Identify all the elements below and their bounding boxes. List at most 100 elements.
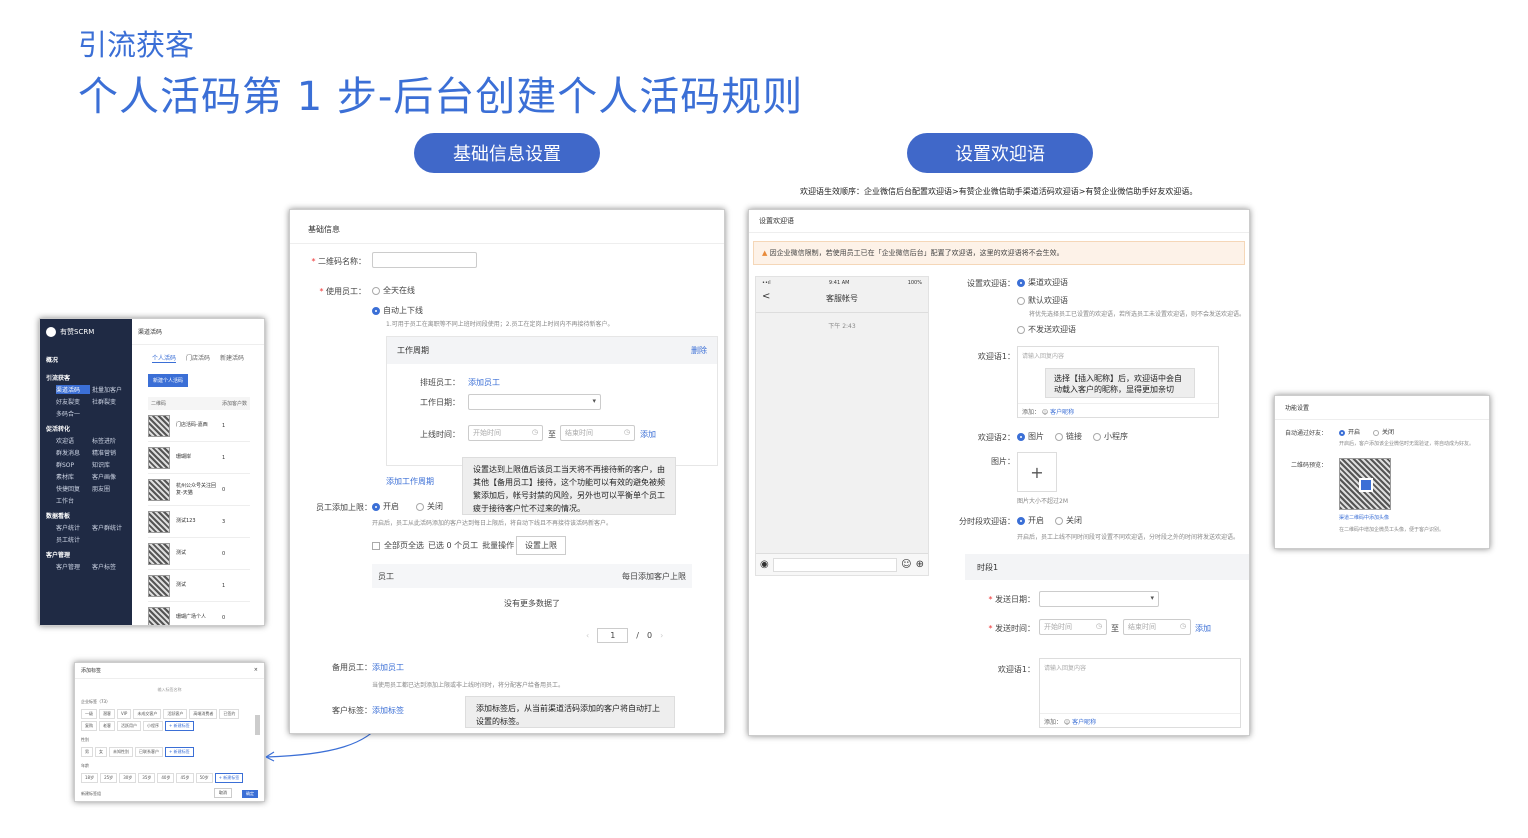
dialog-search[interactable]: 输入标签名称 bbox=[75, 687, 264, 693]
sidebar-item[interactable]: 渠道活码 bbox=[56, 385, 90, 394]
tag-chip[interactable]: 小程序 bbox=[143, 721, 163, 731]
sidebar-item[interactable]: 工作台 bbox=[56, 496, 90, 505]
sidebar-item[interactable]: 好友裂变 bbox=[56, 397, 90, 406]
table-row[interactable]: 测试123 3 bbox=[148, 506, 250, 538]
sidebar-item[interactable]: 快捷回复 bbox=[56, 484, 90, 493]
tag-chip[interactable]: 未知性别 bbox=[109, 747, 133, 757]
send-date-select[interactable]: ▾ bbox=[1039, 591, 1159, 607]
sidebar-item[interactable]: 批量加客户 bbox=[92, 385, 126, 394]
sidebar-item[interactable]: 标签进阶 bbox=[92, 436, 126, 445]
radio-limit-on[interactable] bbox=[372, 502, 380, 511]
nav-group[interactable]: 数据看板 bbox=[46, 511, 126, 520]
send-time-add[interactable]: 添加 bbox=[1195, 623, 1211, 634]
tag-chip[interactable]: 18岁 bbox=[81, 773, 99, 783]
tag-chip[interactable]: 活跃客户 bbox=[163, 709, 188, 719]
tag-chip[interactable]: 35岁 bbox=[138, 773, 156, 783]
radio-period-on[interactable] bbox=[1017, 516, 1025, 525]
nav-group[interactable]: 概况 bbox=[46, 355, 126, 364]
table-row[interactable]: 测试 0 bbox=[148, 538, 250, 570]
sidebar-item[interactable]: 员工统计 bbox=[56, 535, 90, 544]
radio-limit-off[interactable] bbox=[416, 502, 424, 511]
nav-group[interactable]: 促活转化 bbox=[46, 424, 126, 433]
send-start-input[interactable]: 开始时间 bbox=[1044, 623, 1072, 631]
nav-group[interactable]: 引流获客 bbox=[46, 373, 126, 382]
voice-icon[interactable]: ◉ bbox=[760, 559, 769, 570]
tag-chip[interactable]: + 新建标签 bbox=[165, 747, 194, 757]
confirm-button[interactable]: 确定 bbox=[242, 790, 258, 798]
sidebar-item[interactable]: 客户标签 bbox=[92, 562, 126, 571]
image-upload[interactable]: + bbox=[1017, 452, 1057, 492]
radio-miniprogram[interactable] bbox=[1093, 432, 1101, 441]
table-row[interactable]: 杭州公众号关注回复-天猫 0 bbox=[148, 474, 250, 506]
work-date-select[interactable]: ▾ bbox=[468, 394, 601, 410]
tag-chip[interactable]: 未成交客户 bbox=[133, 709, 162, 719]
tag-chip[interactable]: 男 bbox=[81, 747, 93, 757]
tag-chip[interactable]: 50岁 bbox=[195, 773, 213, 783]
backup-add-link[interactable]: 添加员工 bbox=[372, 662, 404, 673]
tag-chip[interactable]: 一级 bbox=[81, 709, 97, 719]
table-row[interactable]: 珊瑚广场个人 0 bbox=[148, 602, 250, 625]
tag-chip[interactable]: 活跃用户 bbox=[117, 721, 141, 731]
table-row[interactable]: 测试 1 bbox=[148, 570, 250, 602]
tag-chip[interactable]: 30岁 bbox=[119, 773, 137, 783]
tag-chip[interactable]: 40岁 bbox=[157, 773, 175, 783]
cycle-delete[interactable]: 删除 bbox=[691, 345, 707, 356]
tag-chip[interactable]: 高端消费者 bbox=[189, 709, 218, 719]
next-page-icon[interactable]: › bbox=[660, 631, 663, 640]
table-row[interactable]: 门店活码-嘉西 1 bbox=[148, 410, 250, 442]
tab-store[interactable]: 门店活码 bbox=[186, 353, 210, 363]
qr-avatar-link[interactable]: 渠道二维码中添加头像 bbox=[1339, 514, 1389, 521]
tag-chip[interactable]: 45岁 bbox=[176, 773, 194, 783]
insert2-nickname-link[interactable]: 客户昵称 bbox=[1072, 719, 1096, 726]
plus-icon[interactable]: ⊕ bbox=[916, 559, 924, 570]
tab-new[interactable]: 新建活码 bbox=[220, 353, 244, 363]
radio-default-welcome[interactable] bbox=[1017, 296, 1025, 305]
table-row[interactable]: 珊瑚岸 1 bbox=[148, 442, 250, 474]
send-end-input[interactable]: 结束时间 bbox=[1128, 623, 1156, 631]
radio-period-off[interactable] bbox=[1055, 516, 1063, 525]
sidebar-item[interactable]: 知识库 bbox=[92, 460, 126, 469]
tag-chip[interactable]: VIP bbox=[117, 709, 132, 719]
emoji-icon[interactable]: ☺ bbox=[901, 559, 911, 570]
insert-nickname-link[interactable]: 客户昵称 bbox=[1050, 409, 1074, 416]
tag-chip[interactable]: 已签约 bbox=[219, 709, 240, 719]
sidebar-item[interactable]: 客户管理 bbox=[56, 562, 90, 571]
radio-link[interactable] bbox=[1055, 432, 1063, 441]
chat-input[interactable] bbox=[772, 557, 898, 572]
prev-page-icon[interactable]: ‹ bbox=[586, 631, 589, 640]
time-add-link[interactable]: 添加 bbox=[640, 429, 656, 440]
new-code-button[interactable]: 新建个人活码 bbox=[148, 374, 189, 387]
end-time-input[interactable]: 结束时间 bbox=[565, 429, 593, 437]
sidebar-item[interactable]: 精准营销 bbox=[92, 448, 126, 457]
sidebar-item[interactable]: 群SOP bbox=[56, 460, 90, 469]
sidebar-item[interactable]: 欢迎语 bbox=[56, 436, 90, 445]
tag-chip[interactable]: 复购 bbox=[81, 721, 97, 731]
radio-no-welcome[interactable] bbox=[1017, 325, 1025, 334]
tag-chip[interactable]: 老客 bbox=[99, 721, 115, 731]
radio-all-day[interactable] bbox=[372, 286, 380, 295]
set-limit-button[interactable]: 设置上限 bbox=[516, 536, 566, 555]
back-icon[interactable]: < bbox=[762, 291, 770, 302]
radio-image[interactable] bbox=[1017, 432, 1025, 441]
sidebar-item[interactable]: 社群裂变 bbox=[92, 397, 126, 406]
tab-personal[interactable]: 个人活码 bbox=[152, 353, 177, 363]
tag-chip[interactable]: 25岁 bbox=[100, 773, 118, 783]
sidebar-item[interactable]: 客户统计 bbox=[56, 523, 90, 532]
radio-auto-on[interactable] bbox=[1339, 429, 1345, 436]
select-all-checkbox[interactable] bbox=[372, 541, 380, 550]
start-time-input[interactable]: 开始时间 bbox=[473, 429, 501, 437]
shift-add-link[interactable]: 添加员工 bbox=[468, 377, 500, 388]
sidebar-item[interactable]: 客户画像 bbox=[92, 472, 126, 481]
cancel-button[interactable]: 取消 bbox=[214, 788, 232, 798]
radio-auto-off[interactable] bbox=[1373, 429, 1379, 436]
qrcode-name-input[interactable] bbox=[372, 252, 477, 268]
sidebar-item[interactable]: 客户群统计 bbox=[92, 523, 126, 532]
slot-msg-textarea[interactable]: 请输入回复内容 添加： ☺ 客户昵称 bbox=[1039, 658, 1241, 728]
radio-channel-welcome[interactable] bbox=[1017, 278, 1025, 287]
sidebar-item[interactable]: 素材库 bbox=[56, 472, 90, 481]
tag-chip[interactable]: 潜客 bbox=[99, 709, 115, 719]
create-tag-group[interactable]: 新建标签组 bbox=[81, 791, 101, 797]
add-cycle-link[interactable]: 添加工作周期 bbox=[386, 476, 434, 487]
sidebar-item[interactable]: 朋友圈 bbox=[92, 484, 126, 493]
tag-chip[interactable]: + 新建标签 bbox=[165, 721, 194, 731]
